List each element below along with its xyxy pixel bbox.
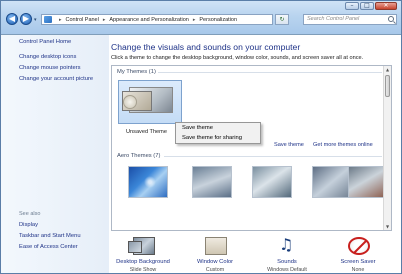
address-bar[interactable]: ▸ Control Panel ▸ Appearance and Persona… xyxy=(41,14,273,25)
desktop-background-value: Slide Show xyxy=(129,267,157,273)
change-desktop-icons-link[interactable]: Change desktop icons xyxy=(19,54,76,60)
sounds-value: Windows Default xyxy=(267,267,307,273)
aero-themes-label: Aero Themes (7) xyxy=(117,153,161,159)
left-navigation-pane: Control Panel Home Change desktop icons … xyxy=(1,35,109,273)
taskbar-start-menu-link[interactable]: Taskbar and Start Menu xyxy=(19,233,81,239)
themes-list[interactable]: My Themes (1) Unsaved Theme Save theme G… xyxy=(111,65,392,231)
search-input[interactable]: Search Control Panel xyxy=(303,14,397,25)
save-theme-link[interactable]: Save theme xyxy=(274,142,304,148)
get-more-themes-link[interactable]: Get more themes online xyxy=(313,142,373,148)
display-link[interactable]: Display xyxy=(19,222,38,228)
minimize-button[interactable]: – xyxy=(345,2,359,10)
scroll-up-icon[interactable]: ▲ xyxy=(384,66,391,73)
forward-button[interactable]: ▶ xyxy=(20,13,32,25)
breadcrumb-separator[interactable]: ▸ xyxy=(103,17,106,23)
screen-saver-icon xyxy=(348,237,370,255)
search-icon[interactable] xyxy=(388,16,394,22)
recent-pages-dropdown-icon[interactable]: ▾ xyxy=(34,17,37,23)
control-panel-icon xyxy=(44,16,52,23)
screen-saver-value: None xyxy=(351,267,365,273)
personalization-window: – □ ✕ ◀ ▶ ▾ ▸ Control Panel ▸ Appearance… xyxy=(0,0,402,274)
screen-saver-label: Screen Saver xyxy=(340,259,376,265)
save-theme-menu-item[interactable]: Save theme xyxy=(182,125,213,131)
change-mouse-pointers-link[interactable]: Change mouse pointers xyxy=(19,65,81,71)
group-divider xyxy=(158,72,382,73)
window-color-label: Window Color xyxy=(196,259,234,265)
themes-scrollbar[interactable]: ▲ ▼ xyxy=(383,66,391,230)
scroll-thumb[interactable] xyxy=(385,75,390,97)
desktop-background-label: Desktop Background xyxy=(116,259,170,265)
window-color-value: Custom xyxy=(205,267,225,273)
aero-theme-characters[interactable] xyxy=(252,166,292,198)
theme-components-strip: Desktop Background Slide Show Window Col… xyxy=(109,233,401,273)
aero-theme-landscapes[interactable] xyxy=(312,166,352,198)
aero-theme-nature[interactable] xyxy=(348,166,388,198)
maximize-button[interactable]: □ xyxy=(360,2,374,10)
theme-context-menu: Save theme Save theme for sharing xyxy=(175,122,261,144)
control-panel-home-link[interactable]: Control Panel Home xyxy=(19,39,71,45)
refresh-button[interactable]: ↻ xyxy=(275,14,289,25)
group-divider xyxy=(164,156,382,157)
close-button[interactable]: ✕ xyxy=(375,2,397,10)
aero-theme-windows-7[interactable] xyxy=(128,166,168,198)
title-bar: – □ ✕ ◀ ▶ ▾ ▸ Control Panel ▸ Appearance… xyxy=(1,1,401,35)
ease-of-access-link[interactable]: Ease of Access Center xyxy=(19,244,78,250)
aero-theme-architecture[interactable] xyxy=(192,166,232,198)
unsaved-theme-tile[interactable] xyxy=(118,80,182,124)
page-description: Click a theme to change the desktop back… xyxy=(111,55,364,61)
breadcrumb-separator[interactable]: ▸ xyxy=(59,17,62,23)
sounds-icon xyxy=(277,235,299,255)
breadcrumb-appearance[interactable]: Appearance and Personalization xyxy=(109,17,189,23)
desktop-background-icon xyxy=(128,237,155,255)
my-themes-label: My Themes (1) xyxy=(117,69,156,75)
change-account-picture-link[interactable]: Change your account picture xyxy=(19,76,93,82)
breadcrumb-control-panel[interactable]: Control Panel xyxy=(66,17,99,23)
back-button[interactable]: ◀ xyxy=(6,13,18,25)
breadcrumb-personalization[interactable]: Personalization xyxy=(199,17,237,23)
breadcrumb-separator[interactable]: ▸ xyxy=(193,17,196,23)
window-color-icon xyxy=(205,237,227,255)
search-placeholder: Search Control Panel xyxy=(307,16,360,22)
see-also-label: See also xyxy=(19,211,41,217)
window-controls: – □ ✕ xyxy=(345,2,397,10)
sounds-label: Sounds xyxy=(277,259,297,265)
page-title: Change the visuals and sounds on your co… xyxy=(111,42,301,52)
theme-color-swatch xyxy=(123,95,137,109)
save-theme-for-sharing-menu-item[interactable]: Save theme for sharing xyxy=(182,135,242,141)
windows-logo-icon xyxy=(143,175,157,189)
scroll-down-icon[interactable]: ▼ xyxy=(384,223,391,230)
main-content: Change the visuals and sounds on your co… xyxy=(109,35,401,273)
